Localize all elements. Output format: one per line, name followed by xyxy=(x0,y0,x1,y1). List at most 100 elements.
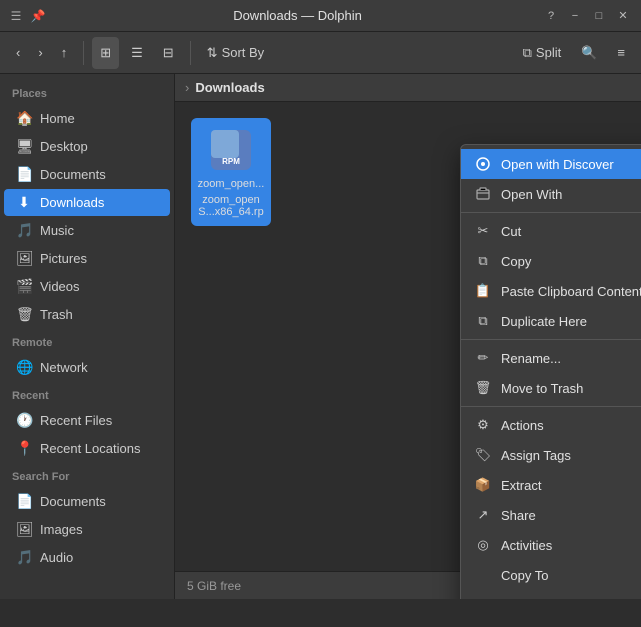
main-layout: Places 🏠 Home 🖥 Desktop 📄 Documents ⬇ Do… xyxy=(0,74,641,599)
downloads-icon: ⬇ xyxy=(16,194,32,211)
sidebar-item-downloads[interactable]: ⬇ Downloads xyxy=(4,189,170,216)
ctx-copy-to-label: Copy To xyxy=(501,568,641,583)
hamburger-button[interactable]: ≡ xyxy=(609,37,633,69)
split-button[interactable]: ⧉ Split xyxy=(515,37,570,69)
ctx-share-label: Share xyxy=(501,508,641,523)
toolbar-separator-1 xyxy=(83,41,84,65)
nav-buttons: ‹ › ↑ xyxy=(8,37,75,69)
sidebar-item-search-documents[interactable]: 📄 Documents xyxy=(4,488,170,515)
ctx-extract-icon: 📦 xyxy=(475,477,491,493)
ctx-cut-label: Cut xyxy=(501,224,641,239)
ctx-extract[interactable]: 📦 Extract › xyxy=(461,470,641,500)
statusbar-text: 5 GiB free xyxy=(187,579,241,593)
ctx-sep-2 xyxy=(461,339,641,340)
app-menu-icon[interactable]: ☰ xyxy=(8,8,24,24)
up-button[interactable]: ↑ xyxy=(53,37,76,69)
ctx-tags-icon: 🏷 xyxy=(475,447,491,463)
file-item-name: zoom_open... xyxy=(198,178,265,190)
sort-by-button[interactable]: ⇅ Sort By xyxy=(199,37,273,69)
ctx-trash-icon: 🗑 xyxy=(475,380,491,396)
search-images-icon: 🖼 xyxy=(16,521,32,538)
pictures-icon: 🖼 xyxy=(16,250,32,267)
ctx-trash-label: Move to Trash xyxy=(501,381,641,396)
ctx-duplicate[interactable]: ⧉ Duplicate Here Ctrl+D xyxy=(461,306,641,336)
sidebar-item-music[interactable]: 🎵 Music xyxy=(4,217,170,244)
sort-icon: ⇅ xyxy=(207,45,218,61)
sidebar-item-recent-locations[interactable]: 📍 Recent Locations xyxy=(4,435,170,462)
forward-button[interactable]: › xyxy=(30,37,50,69)
ctx-move-to-icon xyxy=(475,597,491,599)
search-button[interactable]: 🔍 xyxy=(573,37,605,69)
network-icon: 🌐 xyxy=(16,359,32,376)
ctx-activities[interactable]: ◎ Activities › xyxy=(461,530,641,560)
sidebar-item-pictures[interactable]: 🖼 Pictures xyxy=(4,245,170,272)
help-button[interactable]: ? xyxy=(541,6,561,26)
view-list-button[interactable]: ☰ xyxy=(123,37,151,69)
sidebar-item-recent-files[interactable]: 🕐 Recent Files xyxy=(4,407,170,434)
search-audio-icon: 🎵 xyxy=(16,549,32,566)
window-controls: ? − □ ✕ xyxy=(541,6,633,26)
ctx-rename[interactable]: ✏ Rename... F2 xyxy=(461,343,641,373)
home-icon: 🏠 xyxy=(16,110,32,127)
sort-label: Sort By xyxy=(222,45,265,60)
minimize-button[interactable]: − xyxy=(565,6,585,26)
ctx-actions[interactable]: ⚙ Actions › xyxy=(461,410,641,440)
sidebar-desktop-label: Desktop xyxy=(40,139,88,154)
ctx-activities-icon: ◎ xyxy=(475,537,491,553)
desktop-icon: 🖥 xyxy=(16,138,32,155)
ctx-duplicate-label: Duplicate Here xyxy=(501,314,641,329)
ctx-move-trash[interactable]: 🗑 Move to Trash Del xyxy=(461,373,641,403)
ctx-assign-tags[interactable]: 🏷 Assign Tags › xyxy=(461,440,641,470)
back-button[interactable]: ‹ xyxy=(8,37,28,69)
maximize-button[interactable]: □ xyxy=(589,6,609,26)
sidebar-item-home[interactable]: 🏠 Home xyxy=(4,105,170,132)
ctx-open-with[interactable]: Open With › xyxy=(461,179,641,209)
file-item-name2: zoom_openS...x86_64.rp xyxy=(195,194,267,218)
breadcrumb-arrow: › xyxy=(185,80,189,95)
split-label: Split xyxy=(536,45,561,60)
ctx-discover-icon xyxy=(475,156,491,172)
titlebar-app-icons: ☰ 📌 xyxy=(8,8,46,24)
ctx-copy[interactable]: ⧉ Copy Ctrl+C xyxy=(461,246,641,276)
ctx-open-with-discover[interactable]: Open with Discover xyxy=(461,149,641,179)
trash-icon: 🗑 xyxy=(16,306,32,323)
sidebar-home-label: Home xyxy=(40,111,75,126)
places-label: Places xyxy=(0,80,174,104)
recent-files-icon: 🕐 xyxy=(16,412,32,429)
sidebar-pictures-label: Pictures xyxy=(40,251,87,266)
sidebar-network-label: Network xyxy=(40,360,88,375)
ctx-copy-to[interactable]: Copy To › xyxy=(461,560,641,590)
recent-label: Recent xyxy=(0,382,174,406)
ctx-share[interactable]: ↗ Share › xyxy=(461,500,641,530)
ctx-share-icon: ↗ xyxy=(475,507,491,523)
sidebar: Places 🏠 Home 🖥 Desktop 📄 Documents ⬇ Do… xyxy=(0,74,175,599)
sidebar-item-videos[interactable]: 🎬 Videos xyxy=(4,273,170,300)
pin-icon[interactable]: 📌 xyxy=(30,8,46,24)
sidebar-trash-label: Trash xyxy=(40,307,73,322)
ctx-activities-label: Activities xyxy=(501,538,641,553)
sidebar-search-docs-label: Documents xyxy=(40,494,106,509)
sidebar-item-search-audio[interactable]: 🎵 Audio xyxy=(4,544,170,571)
split-icon: ⧉ xyxy=(523,45,532,61)
content-area: › Downloads RPM zoom_open... zoom_openS.… xyxy=(175,74,641,599)
ctx-copy-to-icon xyxy=(475,567,491,583)
sidebar-item-documents[interactable]: 📄 Documents xyxy=(4,161,170,188)
close-button[interactable]: ✕ xyxy=(613,6,633,26)
recent-locations-icon: 📍 xyxy=(16,440,32,457)
ctx-actions-label: Actions xyxy=(501,418,641,433)
ctx-rename-icon: ✏ xyxy=(475,350,491,366)
sidebar-item-search-images[interactable]: 🖼 Images xyxy=(4,516,170,543)
ctx-move-to-label: Move To xyxy=(501,598,641,600)
view-icons-button[interactable]: ⊞ xyxy=(92,37,119,69)
sidebar-item-desktop[interactable]: 🖥 Desktop xyxy=(4,133,170,160)
ctx-paste-label: Paste Clipboard Contents... xyxy=(501,284,641,299)
ctx-paste-clipboard[interactable]: 📋 Paste Clipboard Contents... Ctrl+V xyxy=(461,276,641,306)
breadcrumb-current[interactable]: Downloads xyxy=(195,80,264,95)
sidebar-search-images-label: Images xyxy=(40,522,83,537)
sidebar-item-network[interactable]: 🌐 Network xyxy=(4,354,170,381)
file-item-zoom[interactable]: RPM zoom_open... zoom_openS...x86_64.rp xyxy=(191,118,271,226)
ctx-cut[interactable]: ✂ Cut Ctrl+X xyxy=(461,216,641,246)
ctx-move-to[interactable]: Move To › xyxy=(461,590,641,599)
view-compact-button[interactable]: ⊟ xyxy=(155,37,182,69)
sidebar-item-trash[interactable]: 🗑 Trash xyxy=(4,301,170,328)
